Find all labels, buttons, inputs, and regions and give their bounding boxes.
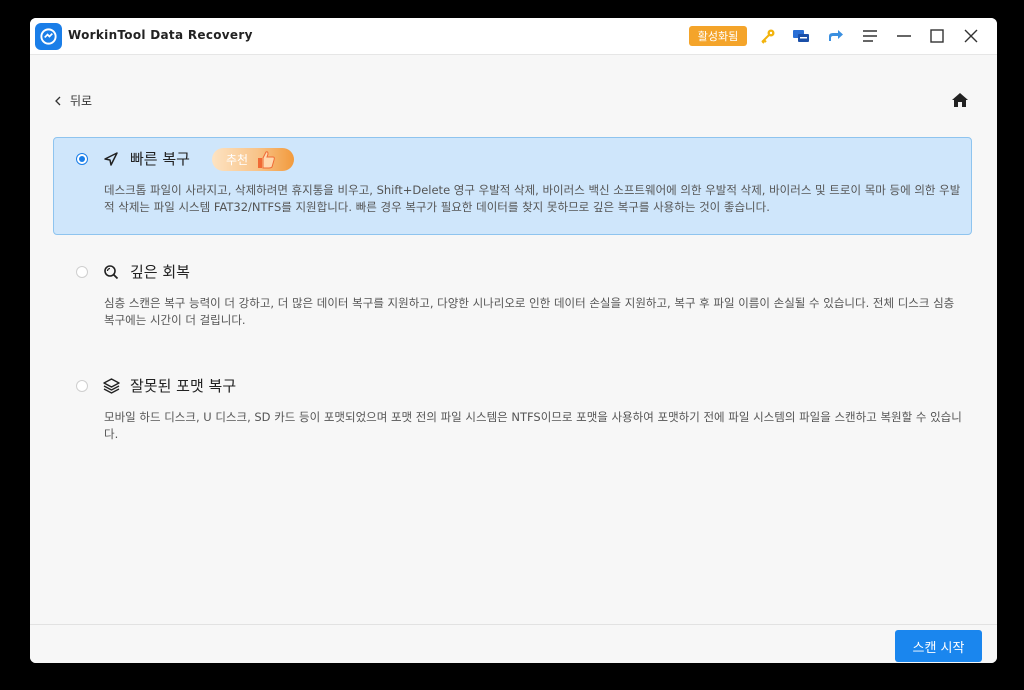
maximize-icon[interactable] [927,26,947,46]
start-scan-button[interactable]: 스캔 시작 [895,630,982,662]
option-title: 깊은 회복 [130,263,190,281]
chevron-left-icon [55,96,61,105]
menu-icon[interactable] [860,26,880,46]
option-description: 모바일 하드 디스크, U 디스크, SD 카드 등이 포맷되었으며 포맷 전의… [104,410,962,441]
app-logo [35,23,62,50]
option-title: 빠른 복구 [130,150,190,168]
key-icon[interactable] [758,26,778,46]
option-description: 데스크톱 파일이 사라지고, 삭제하려면 휴지통을 비우고, Shift+Del… [104,183,961,214]
thumbs-up-icon [258,151,275,169]
minimize-icon[interactable] [894,26,914,46]
home-icon[interactable] [951,92,969,108]
close-icon[interactable] [961,26,981,46]
layers-icon [103,378,120,394]
chat-icon[interactable] [791,26,811,46]
footer-bar: 스캔 시작 [30,624,997,663]
share-icon[interactable] [826,26,846,46]
option-quick-recovery[interactable]: 빠른 복구 추천 데스크톱 파일이 사라지고, 삭제하려면 휴지통을 비우고, … [53,137,972,235]
radio-format-recovery[interactable] [76,380,88,392]
back-label: 뒤로 [70,94,93,108]
title-bar: WorkinTool Data Recovery 활성화됨 [30,18,997,55]
option-title: 잘못된 포맷 복구 [130,377,237,395]
option-deep-recovery[interactable]: 깊은 회복 심층 스캔은 복구 능력이 더 강하고, 더 많은 데이터 복구를 … [53,255,972,345]
recommended-badge: 추천 [212,148,294,171]
radio-deep-recovery[interactable] [76,266,88,278]
activated-button[interactable]: 활성화됨 [689,26,747,46]
navigation-arrow-icon [103,151,119,167]
badge-label: 추천 [226,153,249,167]
deep-search-icon [103,264,119,280]
option-description: 심층 스캔은 복구 능력이 더 강하고, 더 많은 데이터 복구를 지원하고, … [104,296,955,327]
app-title: WorkinTool Data Recovery [68,28,253,42]
radio-quick-recovery[interactable] [76,153,88,165]
app-window: WorkinTool Data Recovery 활성화됨 뒤로 빠른 복구 추… [30,18,997,663]
back-button[interactable]: 뒤로 [54,92,92,109]
app-logo-icon [40,28,57,45]
main-content: 뒤로 빠른 복구 추천 데스크톱 파일이 사라지고, 삭제하려면 휴지통을 비우… [30,55,997,623]
option-format-recovery[interactable]: 잘못된 포맷 복구 모바일 하드 디스크, U 디스크, SD 카드 등이 포맷… [53,369,972,459]
